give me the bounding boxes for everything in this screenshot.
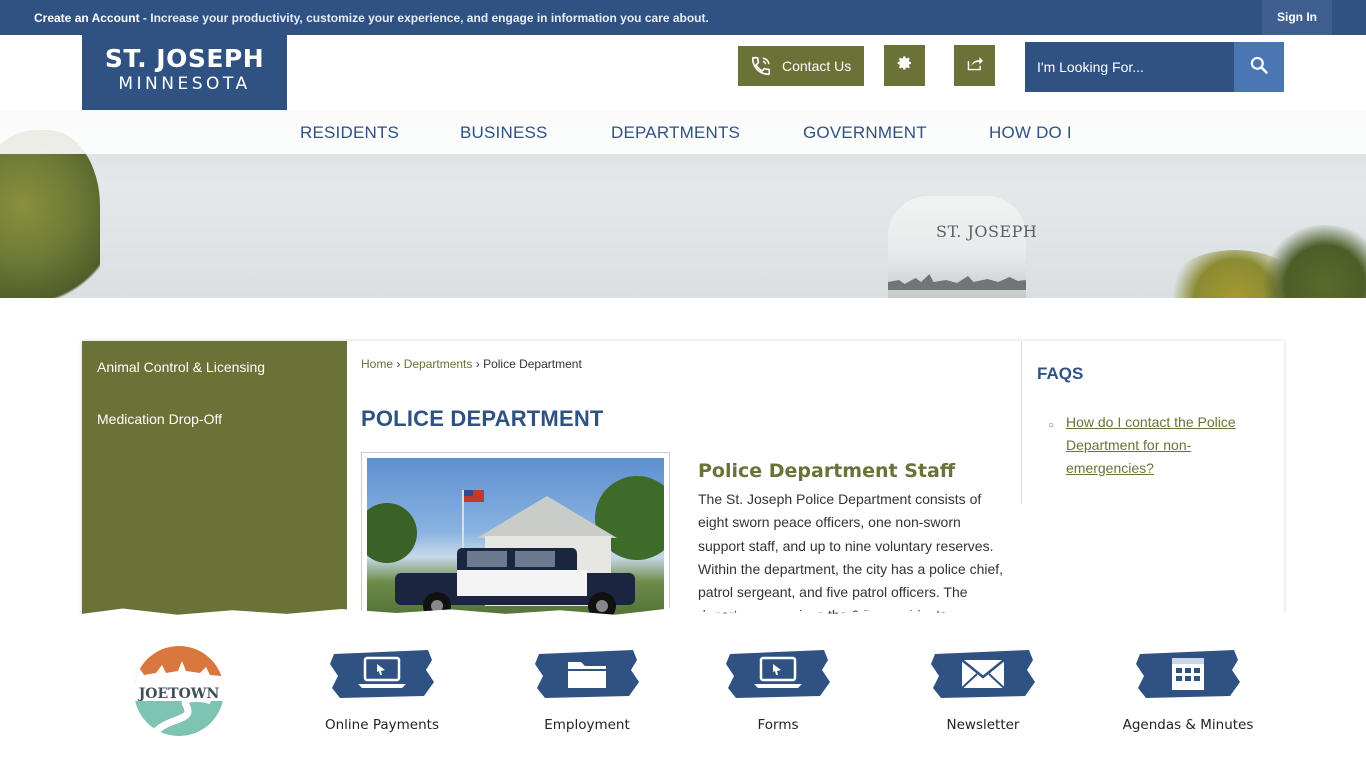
share-icon — [966, 55, 984, 76]
quicklink-label: Agendas & Minutes — [1122, 717, 1254, 733]
quicklink-label: Employment — [544, 717, 630, 733]
nav-how-do-i[interactable]: HOW DO I — [989, 123, 1072, 143]
quicklink-label: Forms — [757, 717, 799, 733]
calendar-icon — [1136, 648, 1240, 700]
account-message: Create an Account - Increase your produc… — [34, 11, 709, 25]
quicklink-online-payments[interactable]: Online Payments — [302, 648, 462, 733]
sidebar-item-animal-control[interactable]: Animal Control & Licensing — [97, 359, 265, 375]
hero-tree-left — [0, 130, 100, 298]
gear-icon — [897, 55, 913, 76]
nav-departments[interactable]: DEPARTMENTS — [611, 123, 740, 143]
quicklink-newsletter[interactable]: Newsletter — [903, 648, 1063, 733]
folder-icon — [535, 648, 639, 700]
breadcrumb-separator: › — [472, 357, 484, 371]
search-bar — [1025, 42, 1284, 92]
quicklink-employment[interactable]: Employment — [507, 648, 667, 733]
joetown-logo[interactable]: JOETOWN — [126, 645, 232, 737]
create-account-link[interactable]: Create an Account — [34, 11, 140, 25]
laptop-icon — [330, 648, 434, 700]
search-button[interactable] — [1234, 42, 1284, 92]
logo-line2: MINNESOTA — [118, 74, 251, 94]
breadcrumb-home[interactable]: Home — [361, 357, 393, 371]
faqs-heading: FAQS — [1037, 364, 1084, 383]
contact-us-button[interactable]: Contact Us — [738, 46, 864, 86]
nav-government[interactable]: GOVERNMENT — [803, 123, 927, 143]
envelope-icon — [931, 648, 1035, 700]
sidebar: Animal Control & Licensing Medication Dr… — [82, 341, 347, 631]
contact-us-label: Contact Us — [782, 58, 852, 74]
sign-in-button[interactable]: Sign In — [1262, 0, 1332, 35]
police-station-photo — [367, 458, 664, 623]
water-tower-text: ST. JOSEPH — [936, 222, 1038, 241]
faq-link-contact-police[interactable]: How do I contact the Police Department f… — [1066, 411, 1266, 480]
search-input[interactable] — [1025, 42, 1234, 92]
faq-bullet: ○ — [1048, 420, 1055, 431]
breadcrumb-departments[interactable]: Departments — [404, 357, 473, 371]
joetown-text: JOETOWN — [137, 686, 220, 702]
quicklink-label: Newsletter — [946, 717, 1020, 733]
quicklink-forms[interactable]: Forms — [698, 648, 858, 733]
column-divider — [1021, 341, 1022, 504]
breadcrumb-separator: › — [393, 357, 404, 371]
phone-icon — [750, 55, 772, 77]
breadcrumb: Home › Departments › Police Department — [361, 357, 582, 371]
nav-business[interactable]: BUSINESS — [460, 123, 548, 143]
settings-button[interactable] — [884, 45, 925, 86]
page-title: POLICE DEPARTMENT — [361, 406, 604, 431]
quicklink-label: Online Payments — [325, 717, 439, 733]
laptop-icon — [726, 648, 830, 700]
police-photo-frame — [361, 452, 670, 627]
sidebar-item-medication-drop-off[interactable]: Medication Drop-Off — [97, 411, 222, 427]
search-icon — [1249, 55, 1269, 80]
site-logo[interactable]: ST. JOSEPH MINNESOTA — [82, 35, 287, 110]
account-message-text: - Increase your productivity, customize … — [139, 11, 709, 25]
main-nav: RESIDENTS BUSINESS DEPARTMENTS GOVERNMEN… — [0, 110, 1366, 154]
nav-residents[interactable]: RESIDENTS — [300, 123, 399, 143]
hero-tree-right-dark — [1260, 225, 1366, 298]
staff-description: The St. Joseph Police Department consist… — [698, 491, 1004, 623]
share-button[interactable] — [954, 45, 995, 86]
breadcrumb-current: Police Department — [483, 357, 582, 371]
account-bar: Create an Account - Increase your produc… — [0, 0, 1366, 35]
staff-heading: Police Department Staff — [698, 460, 956, 482]
logo-line1: ST. JOSEPH — [104, 44, 265, 73]
quicklink-agendas-minutes[interactable]: Agendas & Minutes — [1108, 648, 1268, 733]
